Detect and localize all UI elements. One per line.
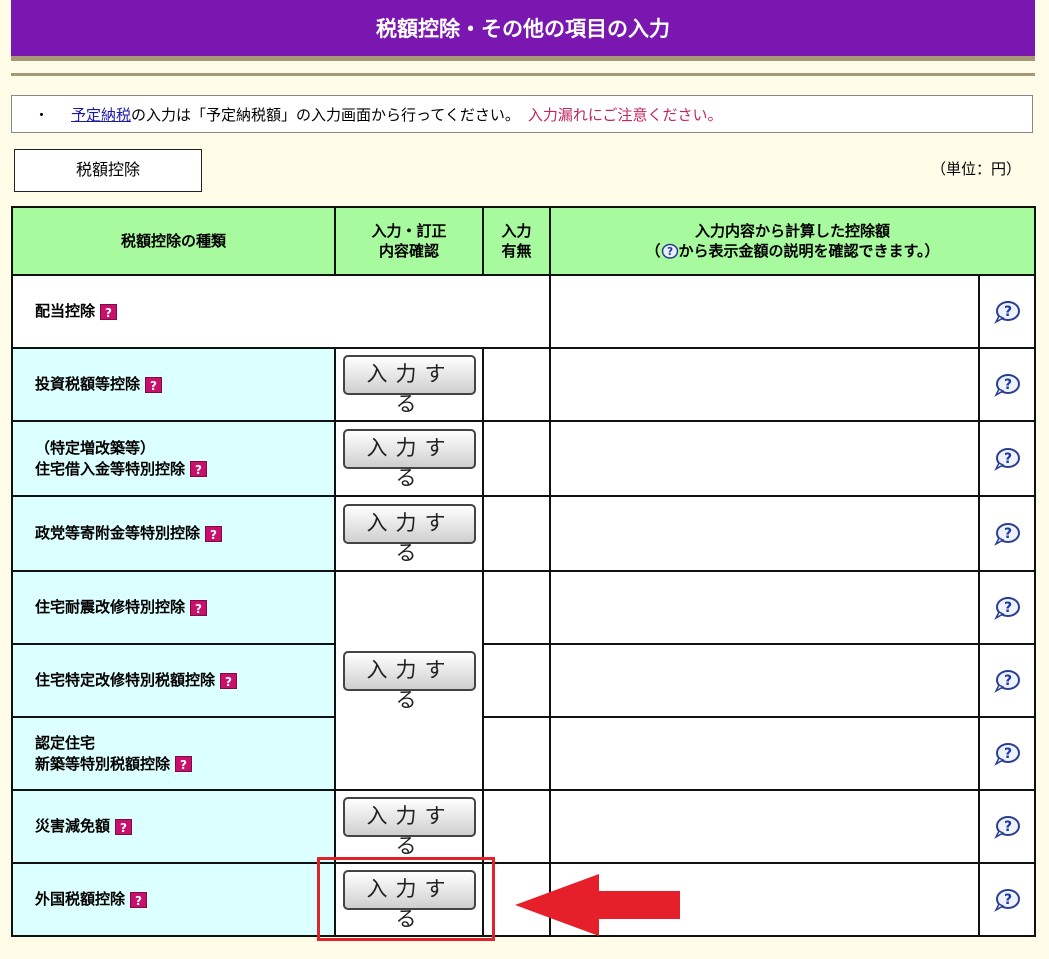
help-bubble-icon[interactable]: ? <box>993 596 1021 620</box>
table-row: 政党等寄附金等特別控除? 入力する ? <box>11 495 1036 572</box>
notice-bullet: ・ <box>34 105 50 124</box>
amount-cell <box>549 789 980 864</box>
amount-cell <box>549 643 980 718</box>
header-divider <box>11 56 1035 61</box>
button-cell: 入力する <box>334 347 484 422</box>
header-calculated-amount: 入力内容から計算した控除額 （? から表示金額の説明を確認できます。） <box>549 206 1036 276</box>
question-icon[interactable]: ? <box>205 525 223 542</box>
question-icon[interactable]: ? <box>130 891 148 908</box>
input-button-housing-renovation[interactable]: 入力する <box>342 650 476 712</box>
table-row: 認定住宅 新築等特別税額控除? ? <box>11 716 1036 791</box>
table-row: （特定増改築等） 住宅借入金等特別控除? 入力する ? <box>11 420 1036 497</box>
status-cell <box>482 716 551 791</box>
status-cell <box>482 643 551 718</box>
help-bubble-icon: ? <box>661 243 678 259</box>
header-divider-thin <box>11 73 1035 76</box>
row-label-foreign-tax: 外国税額控除? <box>11 862 336 937</box>
button-cell: 入力する <box>334 495 484 572</box>
help-bubble-icon[interactable]: ? <box>993 669 1021 693</box>
status-cell <box>482 570 551 645</box>
status-cell <box>482 789 551 864</box>
unit-label: （単位：円） <box>930 160 1021 178</box>
help-bubble-icon[interactable]: ? <box>993 447 1021 471</box>
svg-text:?: ? <box>1004 377 1012 393</box>
help-cell: ? <box>978 570 1036 645</box>
help-cell: ? <box>978 495 1036 572</box>
svg-text:?: ? <box>1004 304 1012 320</box>
notice-box: ・ 予定納税 の入力は「予定納税額」の入力画面から行ってください。 入力漏れにご… <box>11 95 1033 133</box>
red-arrow-icon <box>515 874 680 936</box>
button-cell: 入力する <box>334 789 484 864</box>
help-cell: ? <box>978 274 1036 349</box>
status-cell <box>482 347 551 422</box>
question-icon[interactable]: ? <box>190 461 208 477</box>
help-cell: ? <box>978 420 1036 497</box>
button-cell: 入力する <box>334 570 484 791</box>
amount-cell <box>549 495 980 572</box>
help-cell: ? <box>978 347 1036 422</box>
table-row: 住宅耐震改修特別控除? 入力する ? <box>11 570 1036 791</box>
row-label-specific-renovation: 住宅特定改修特別税額控除? <box>11 643 336 718</box>
svg-text:?: ? <box>1004 746 1012 762</box>
help-bubble-icon[interactable]: ? <box>993 373 1021 397</box>
highlight-box <box>317 857 495 941</box>
svg-text:?: ? <box>1004 526 1012 542</box>
input-button-investment[interactable]: 入力する <box>342 354 476 416</box>
help-bubble-icon[interactable]: ? <box>993 815 1021 839</box>
help-cell: ? <box>978 789 1036 864</box>
section-tab-tax-credit: 税額控除 <box>14 149 202 192</box>
amount-cell <box>549 716 980 791</box>
table-row: 住宅特定改修特別税額控除? ? <box>11 643 1036 718</box>
help-cell: ? <box>978 716 1036 791</box>
question-icon[interactable]: ? <box>115 818 133 835</box>
notice-text: の入力は「予定納税額」の入力画面から行ってください。 <box>131 105 520 124</box>
help-bubble-icon[interactable]: ? <box>993 888 1021 912</box>
help-cell: ? <box>978 643 1036 718</box>
status-cell <box>482 495 551 572</box>
row-label-housing-loan: （特定増改築等） 住宅借入金等特別控除? <box>11 420 336 497</box>
help-cell: ? <box>978 862 1036 937</box>
row-label-political-donation: 政党等寄附金等特別控除? <box>11 495 336 572</box>
row-label-seismic: 住宅耐震改修特別控除? <box>11 570 336 645</box>
svg-text:?: ? <box>1004 451 1012 467</box>
table-row: 災害減免額? 入力する ? <box>11 789 1036 864</box>
input-button-political-donation[interactable]: 入力する <box>342 503 476 565</box>
prepaid-tax-link[interactable]: 予定納税 <box>71 104 131 125</box>
page-title: 税額控除・その他の項目の入力 <box>11 0 1035 56</box>
row-label-disaster: 災害減免額? <box>11 789 336 864</box>
help-bubble-icon[interactable]: ? <box>993 300 1021 324</box>
question-icon[interactable]: ? <box>145 376 163 393</box>
svg-text:?: ? <box>1004 892 1012 908</box>
row-label-certified-housing: 認定住宅 新築等特別税額控除? <box>11 716 336 791</box>
notice-warning: 入力漏れにご注意ください。 <box>527 105 723 124</box>
input-button-disaster[interactable]: 入力する <box>342 796 476 858</box>
row-label-investment: 投資税額等控除? <box>11 347 336 422</box>
amount-cell <box>549 274 980 349</box>
question-icon[interactable]: ? <box>220 672 238 689</box>
header-input-status: 入力 有無 <box>482 206 551 276</box>
svg-text:?: ? <box>666 246 672 258</box>
input-button-housing-loan[interactable]: 入力する <box>342 428 476 490</box>
svg-text:?: ? <box>1004 673 1012 689</box>
status-cell <box>482 420 551 497</box>
question-icon[interactable]: ? <box>190 599 208 616</box>
question-icon[interactable]: ? <box>175 756 193 772</box>
tax-credit-table: 税額控除の種類 入力・訂正 内容確認 入力 有無 入力内容から計算した控除額 （? か… <box>11 206 1036 937</box>
table-header-row: 税額控除の種類 入力・訂正 内容確認 入力 有無 入力内容から計算した控除額 （? か… <box>11 206 1036 276</box>
svg-text:?: ? <box>1004 819 1012 835</box>
table-row: 投資税額等控除? 入力する ? <box>11 347 1036 422</box>
header-input-edit: 入力・訂正 内容確認 <box>334 206 484 276</box>
table-row: 配当控除? ? <box>11 274 1036 349</box>
amount-cell <box>549 347 980 422</box>
help-bubble-icon[interactable]: ? <box>993 742 1021 766</box>
header-credit-type: 税額控除の種類 <box>11 206 336 276</box>
amount-cell <box>549 420 980 497</box>
row-label-dividend: 配当控除? <box>11 274 550 349</box>
button-cell: 入力する <box>334 420 484 497</box>
question-icon[interactable]: ? <box>100 303 118 320</box>
svg-text:?: ? <box>1004 600 1012 616</box>
help-bubble-icon[interactable]: ? <box>993 522 1021 546</box>
amount-cell <box>549 570 980 645</box>
